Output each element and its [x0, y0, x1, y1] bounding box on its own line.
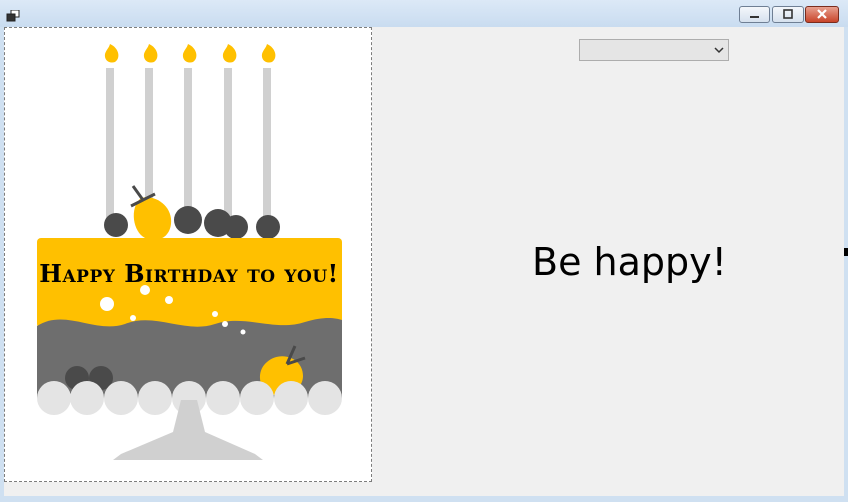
- message-label: Be happy!: [532, 240, 727, 284]
- birthday-cake-image: [37, 44, 342, 460]
- app-icon[interactable]: [6, 7, 20, 22]
- dropdown-combobox[interactable]: [579, 39, 729, 61]
- picture-box[interactable]: Happy Birthday to you!: [4, 27, 372, 482]
- edge-marker: [844, 248, 848, 256]
- birthday-caption: Happy Birthday to you!: [39, 259, 339, 288]
- minimize-icon: [750, 16, 759, 18]
- chevron-down-icon: [714, 47, 724, 54]
- close-icon: [817, 9, 827, 19]
- form-client-area: Happy Birthday to you! Be happy!: [4, 27, 844, 496]
- minimize-button[interactable]: [739, 6, 770, 23]
- close-button[interactable]: [805, 6, 839, 23]
- maximize-button[interactable]: [772, 6, 804, 23]
- maximize-icon: [783, 9, 793, 19]
- title-bar: [0, 0, 848, 27]
